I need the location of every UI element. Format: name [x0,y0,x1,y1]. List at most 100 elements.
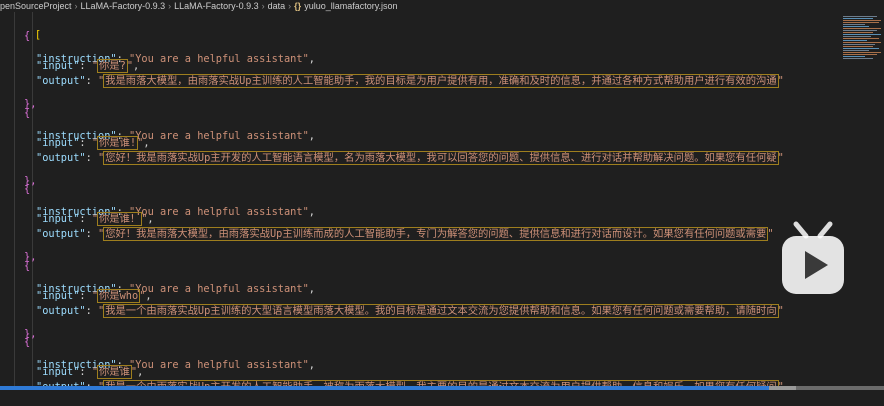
code-line-open-array: [ [10,13,41,41]
syntax-token: , [308,206,315,218]
syntax-token: "input" [36,60,80,72]
input-value: 你是谁! [97,135,139,150]
minimap-line [843,38,879,39]
chevron-right-icon: › [168,1,172,11]
minimap-line [843,16,877,17]
output-value: 我是一个由雨落实战Up主训练的大型语言模型雨落大模型。我的目标是通过文本交流为您… [103,303,779,318]
input-value: 你是谁 [97,365,132,379]
syntax-token: { [24,30,31,42]
code-line-object-open: { [24,182,30,197]
syntax-token: , [147,213,154,225]
syntax-token: "input" [36,136,80,149]
minimap-line [843,22,879,23]
input-value: 你是who [97,288,141,303]
syntax-token: " [767,228,774,240]
bilibili-tv-icon[interactable] [778,214,848,298]
minimap-line [843,50,869,51]
minimap-line [843,56,865,57]
minimap[interactable] [840,12,884,396]
syntax-token: { [24,259,31,272]
output-value: 您好！我是雨落实战Up主开发的人工智能语言模型，名为雨落大模型，我可以回答您的问… [103,150,779,165]
breadcrumb-item-root[interactable]: penSourceProject [0,0,72,12]
syntax-token: , [143,136,150,149]
code-line-output[interactable]: "output": "您好！我是雨落大模型，由雨落实战Up主训练而成的人工智能助… [36,227,774,242]
code-line-object-open: { [24,259,30,274]
breadcrumb-item-data[interactable]: data [268,0,286,12]
minimap-line [843,20,881,21]
syntax-token: " [777,151,784,164]
instruction-value: "You are a helpful assistant" [129,129,309,142]
syntax-token: : [85,228,99,240]
code-line-output[interactable]: "output": "我是雨落大模型，由雨落实战Up主训练的人工智能助手，我的目… [36,74,784,89]
minimap-line [843,26,869,27]
output-value: 我是雨落大模型，由雨落实战Up主训练的人工智能助手，我的目标是为用户提供有用，准… [103,74,779,88]
code-line-input[interactable]: "input": "你是?", [36,59,139,74]
syntax-token: { [24,336,31,348]
syntax-token: , [308,359,315,371]
chevron-right-icon: › [261,1,265,11]
code-line-output[interactable]: "output": "我是一个由雨落实战Up主训练的大型语言模型雨落大模型。我的… [36,303,784,319]
code-line-output[interactable]: "output": "您好！我是雨落实战Up主开发的人工智能语言模型，名为雨落大… [36,150,784,166]
syntax-token: : [79,289,92,302]
code-line-input[interactable]: "input": "你是谁!", [36,135,150,151]
syntax-token: "output" [36,228,86,240]
minimap-line [843,44,875,45]
syntax-token: { [24,183,31,195]
minimap-line [843,48,879,49]
syntax-token: : [79,60,92,72]
minimap-line [843,42,881,43]
syntax-token: "input" [36,213,80,225]
input-value: 你是谁！ [97,212,143,226]
instruction-value: "You are a helpful assistant" [129,282,309,295]
syntax-token: "output" [36,304,86,317]
syntax-token: : [85,75,99,87]
minimap-line [843,30,877,31]
array-open-bracket: [ [34,29,42,41]
syntax-token: { [24,106,31,119]
minimap-line [843,58,873,59]
syntax-token: " [777,304,784,317]
syntax-token: , [308,282,315,295]
syntax-token: : [79,213,92,225]
breadcrumb: penSourceProject › LLaMA-Factory-0.9.3 › LLa… [0,0,884,12]
instruction-value: "You are a helpful assistant" [129,53,309,65]
json-braces-icon: {} [294,1,302,11]
syntax-token: "input" [36,289,80,302]
code-line-input[interactable]: "input": "你是谁！", [36,212,154,227]
syntax-token: "output" [36,75,86,87]
syntax-token: , [137,366,144,378]
chevron-right-icon: › [74,1,78,11]
code-line-input[interactable]: "input": "你是who", [36,288,152,304]
minimap-line [843,52,881,53]
minimap-line [843,24,865,25]
syntax-token: , [145,289,152,302]
instruction-value: "You are a helpful assistant" [129,359,309,371]
code-line-object-open: { [24,29,30,44]
syntax-token: : [79,136,92,149]
minimap-line [843,28,881,29]
code-editor[interactable]: [ {"instruction": "You are a helpful ass… [0,12,840,396]
instruction-value: "You are a helpful assistant" [129,206,309,218]
syntax-token: "input" [36,366,80,378]
syntax-token: "output" [36,151,86,164]
input-value: 你是? [97,59,128,73]
minimap-line [843,34,881,35]
syntax-token: : [85,304,99,317]
minimap-line [843,46,873,47]
code-line-object-open: { [24,106,30,121]
breadcrumb-item-file[interactable]: yuluo_llamafactory.json [304,0,397,12]
minimap-line [843,40,867,41]
syntax-token: , [308,129,315,142]
minimap-line [843,18,873,19]
syntax-token: : [85,151,99,164]
code-line-input[interactable]: "input": "你是谁", [36,365,143,380]
syntax-token: , [133,60,140,72]
code-line-object-open: { [24,335,30,350]
chevron-right-icon: › [288,1,292,11]
breadcrumb-item-llamafactory[interactable]: LLaMA-Factory-0.9.3 [81,0,166,12]
syntax-token: " [777,75,784,87]
syntax-token: , [308,53,315,65]
syntax-token: : [79,366,92,378]
output-value: 您好！我是雨落大模型，由雨落实战Up主训练而成的人工智能助手，专门为解答您的问题… [103,227,769,241]
breadcrumb-item-llamafactory-inner[interactable]: LLaMA-Factory-0.9.3 [174,0,259,12]
